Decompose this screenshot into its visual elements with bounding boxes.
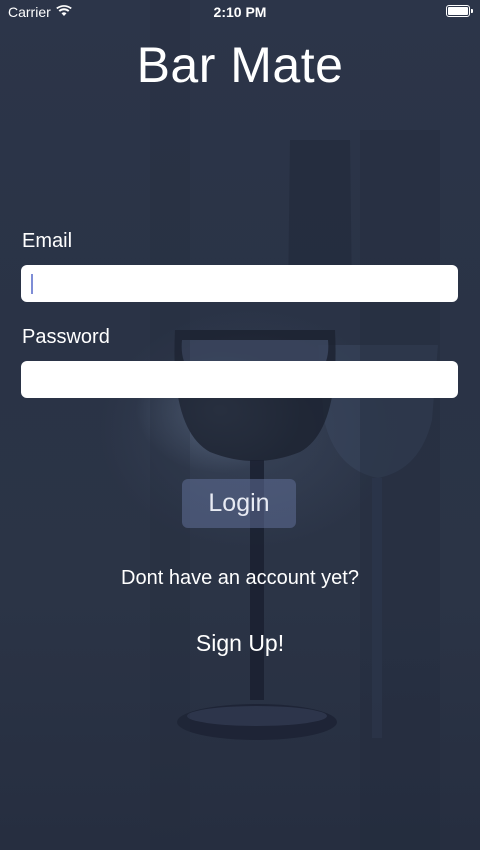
login-button[interactable]: Login bbox=[182, 479, 296, 528]
password-label: Password bbox=[22, 326, 110, 348]
email-field[interactable] bbox=[21, 265, 458, 302]
status-time: 2:10 PM bbox=[213, 4, 267, 20]
background-photo bbox=[0, 0, 480, 850]
email-label: Email bbox=[22, 230, 73, 252]
app-title: Bar Mate bbox=[136, 37, 344, 93]
password-field[interactable] bbox=[21, 361, 458, 398]
signup-button[interactable]: Sign Up! bbox=[0, 630, 480, 657]
battery-icon bbox=[446, 5, 473, 17]
status-bar: Carrier 2:10 PM bbox=[0, 0, 480, 24]
battery-fill bbox=[448, 7, 468, 15]
text-caret bbox=[31, 274, 33, 294]
signup-prompt: Dont have an account yet? bbox=[121, 567, 359, 589]
